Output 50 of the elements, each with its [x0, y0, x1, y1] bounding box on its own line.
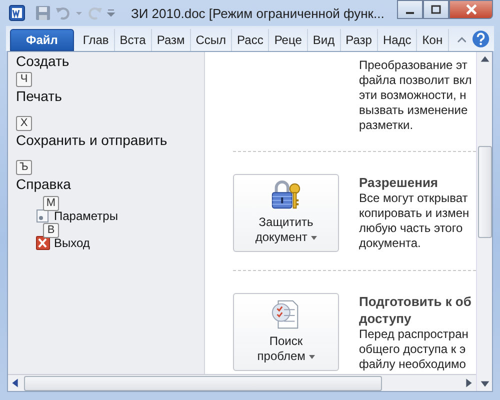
description-text: Преобразование эт: [359, 58, 468, 73]
section-heading: Разрешения: [359, 174, 440, 191]
customize-caret-icon[interactable]: [107, 8, 115, 18]
large-ribbon-button[interactable]: Поиск проблем: [233, 293, 339, 371]
section-heading: доступу: [359, 310, 412, 327]
description-text: копировать и измен: [359, 206, 470, 221]
description-text: файлу необходимо: [359, 357, 467, 372]
caret-icon: [308, 354, 315, 359]
keytip-badge: Х: [16, 116, 32, 131]
word-logo-icon[interactable]: [9, 5, 25, 21]
description-text: Перед распростран: [359, 327, 470, 342]
description-text: общего доступа к э: [359, 342, 467, 357]
keytip-badge: Ъ: [16, 160, 32, 175]
description-text: эти возможности, н: [359, 88, 468, 103]
help-icon[interactable]: [472, 30, 490, 48]
scroll-thumb[interactable]: [478, 146, 492, 238]
menu-item[interactable]: Создать: [16, 53, 70, 69]
menu-item[interactable]: Параметры: [54, 208, 118, 222]
description-text: вызвать изменение: [359, 103, 469, 118]
save-icon[interactable]: [35, 5, 51, 21]
description-text: файла позволит вкл: [359, 73, 472, 88]
vertical-scrollbar[interactable]: [476, 52, 492, 391]
menu-item[interactable]: Сохранить и отправить: [16, 132, 168, 148]
collapse-ribbon-icon[interactable]: [456, 36, 466, 44]
menu-item[interactable]: Справка: [16, 176, 71, 192]
menu-item[interactable]: Печать: [16, 88, 62, 104]
keytip-badge: М: [43, 196, 59, 211]
maximize-button[interactable]: [423, 0, 449, 19]
caret-icon: [310, 236, 317, 240]
keytip-badge: В: [43, 223, 59, 238]
ribbon-tab[interactable]: Файл: [10, 29, 74, 51]
close-button[interactable]: [449, 0, 493, 19]
undo-icon[interactable]: [55, 5, 71, 21]
scroll-thumb[interactable]: [24, 376, 382, 390]
minimize-icon: [406, 12, 414, 14]
section-heading: Подготовить к об: [359, 293, 472, 310]
maximize-icon: [431, 4, 441, 14]
minimize-button[interactable]: [397, 0, 423, 19]
description-text: документа.: [359, 236, 422, 251]
keytip-badge: Ч: [16, 72, 32, 87]
document-settings-icon: [36, 208, 50, 222]
exit-icon: [36, 236, 50, 250]
large-ribbon-button[interactable]: Защитить документ: [233, 174, 339, 252]
close-icon: [466, 4, 476, 15]
window-title: ЗИ 2010.doc [Режим ограниченной функ...: [131, 6, 384, 20]
description-text: Все могут открыват: [359, 191, 469, 206]
horizontal-scrollbar[interactable]: [8, 374, 476, 391]
description-text: любую часть этого: [359, 221, 464, 236]
description-text: разметки.: [359, 118, 414, 133]
menu-item[interactable]: Выход: [54, 236, 90, 250]
